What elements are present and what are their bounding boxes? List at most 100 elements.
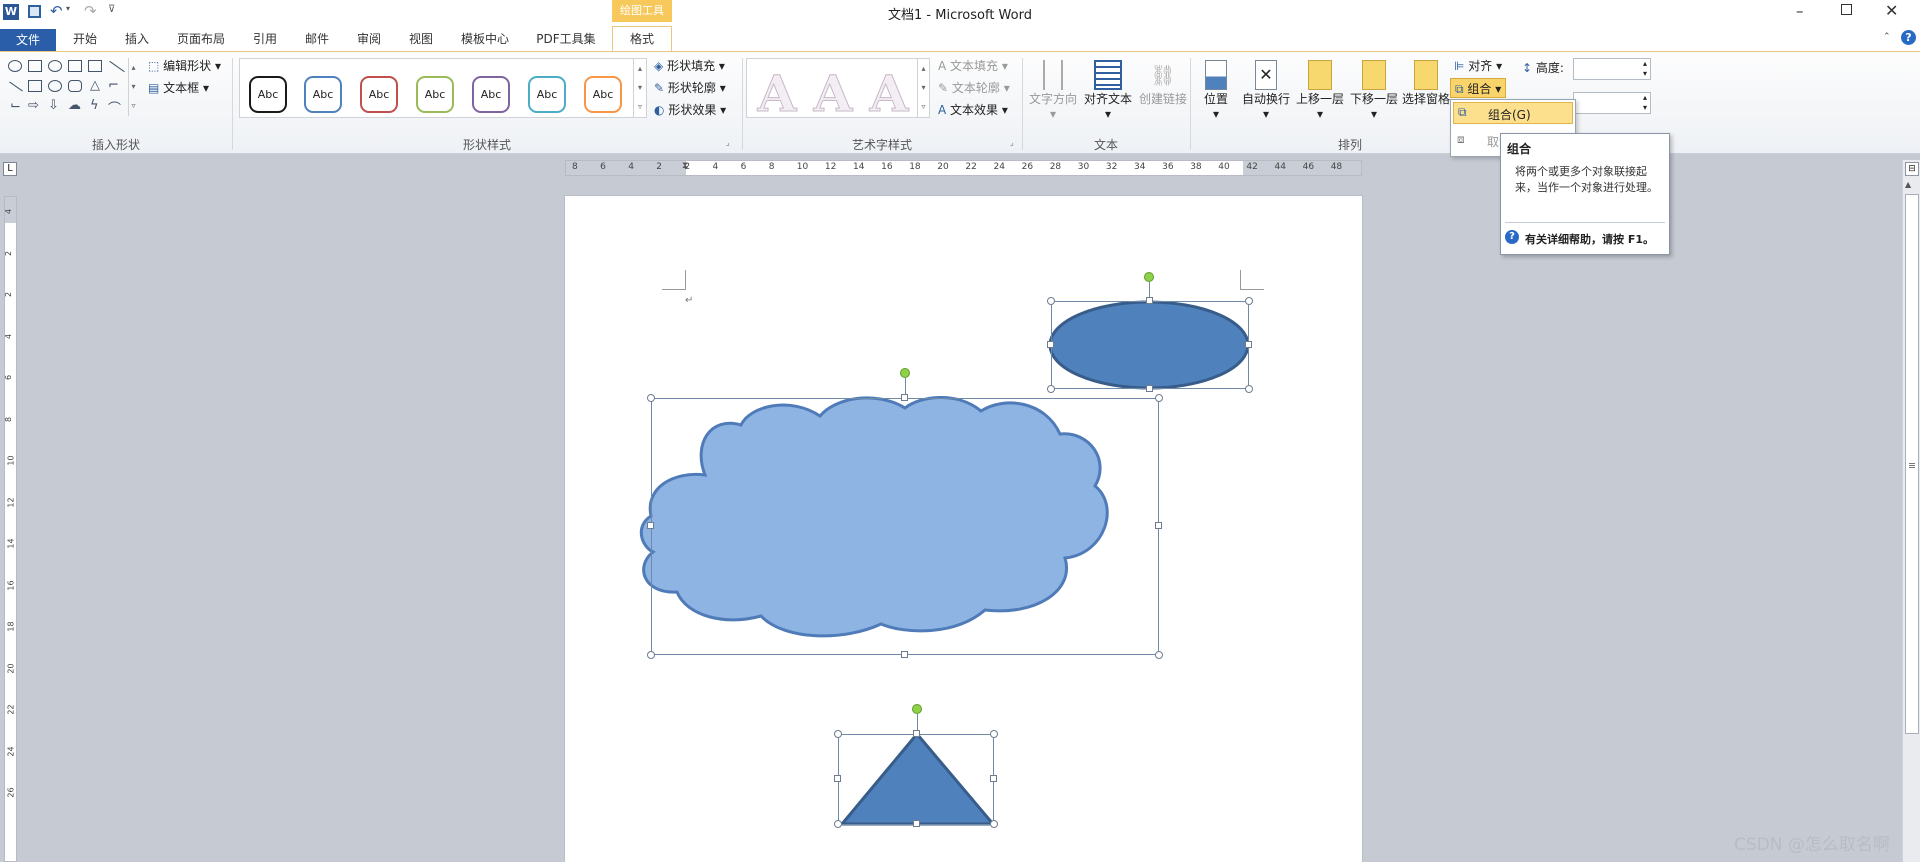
shape-style-swatch-5[interactable]: Abc [472,76,510,113]
shape-style-gallery[interactable]: Abc Abc Abc Abc Abc Abc Abc ▴ ▾ ▿ [239,58,647,118]
shape-style-swatch-1[interactable]: Abc [249,76,287,113]
lightning-icon[interactable]: ϟ [90,98,99,113]
oval-icon[interactable] [48,80,62,92]
align-text-button[interactable]: 对齐文本 ▾ [1080,56,1136,134]
oval-callout-icon[interactable] [8,60,22,72]
resize-handle[interactable] [1047,385,1055,393]
wordart-scroll[interactable]: ▴ ▾ ▿ [917,59,929,117]
resize-handle[interactable] [647,651,655,659]
rotation-handle[interactable] [900,368,910,378]
resize-handle[interactable] [913,730,920,737]
resize-handle[interactable] [834,820,842,828]
text-outline-button[interactable]: ✎ 文本轮廓 ▾ [938,78,1010,98]
textbox-icon[interactable] [88,60,102,72]
resize-handle[interactable] [1146,385,1153,392]
text-box-shape-icon[interactable] [28,60,42,72]
shape-style-swatch-4[interactable]: Abc [416,76,454,113]
view-ruler-icon[interactable]: ⊟ [1905,162,1919,176]
resize-handle[interactable] [1155,522,1162,529]
resize-handle[interactable] [990,775,997,782]
line-icon[interactable] [109,60,125,73]
elbow-connector-icon[interactable]: ⌐ [108,78,119,93]
resize-handle[interactable] [1155,651,1163,659]
shape-style-swatch-3[interactable]: Abc [360,76,398,113]
shape-fill-button[interactable]: ◈ 形状填充 ▾ [654,56,725,76]
position-button[interactable]: 位置 ▾ [1194,56,1238,134]
rotation-handle[interactable] [1144,272,1154,282]
text-fill-button[interactable]: A 文本填充 ▾ [938,56,1008,76]
tab-references[interactable]: 引用 [242,30,288,51]
collapse-ribbon-icon[interactable]: ⌃ [1883,32,1891,42]
picture-frame-icon[interactable] [68,60,82,72]
shape-style-scroll[interactable]: ▴ ▾ ▿ [633,59,646,117]
right-arrow-icon[interactable]: ⇨ [28,98,39,113]
bring-forward-button[interactable]: 上移一层 ▾ [1292,56,1348,134]
shapes-gallery[interactable]: △ ⌐ ⌙ ⇨ ⇩ ☁ ϟ ⌒ ▴ ▾ ▿ [4,58,142,118]
scroll-up-icon[interactable]: ▲ [1905,180,1911,189]
document-page[interactable]: ↵ [565,196,1362,862]
resize-handle[interactable] [1146,297,1153,304]
resize-handle[interactable] [834,775,841,782]
vertical-ruler[interactable]: 4 2 2 4 6 8 10 12 14 16 18 20 22 24 26 [4,196,17,862]
tab-page-layout[interactable]: 页面布局 [168,30,234,51]
scroll-thumb[interactable] [1905,194,1919,734]
group-button[interactable]: ⧉ 组合 ▾ [1450,78,1507,98]
restore-button[interactable] [1841,4,1852,15]
tab-pdf-tools[interactable]: PDF工具集 [528,30,604,51]
tab-file[interactable]: 文件 [0,29,56,51]
menu-item-group[interactable]: ⧉ 组合(G) [1453,102,1573,124]
resize-handle[interactable] [901,651,908,658]
resize-handle[interactable] [1245,385,1253,393]
indent-marker-icon[interactable]: ⧗ [682,161,688,171]
width-input[interactable]: ▴ ▾ [1573,92,1651,114]
text-direction-button[interactable]: 文字方向 ▾ [1025,56,1081,134]
wrap-text-button[interactable]: ✕ 自动换行 ▾ [1238,56,1294,134]
wordart-style-1[interactable]: A [751,68,803,121]
edit-shape-button[interactable]: ⬚ 编辑形状 ▾ [148,56,221,76]
wordart-style-2[interactable]: A [807,68,859,121]
shape-style-swatch-2[interactable]: Abc [304,76,342,113]
resize-handle[interactable] [1047,341,1054,348]
resize-handle[interactable] [1245,341,1252,348]
resize-handle[interactable] [647,394,655,402]
elbow-arrow-icon[interactable]: ⌙ [10,98,21,113]
shapes-scroll[interactable]: ▴ ▾ ▿ [128,58,138,116]
spinner-icon[interactable]: ▴ ▾ [1643,59,1647,79]
dialog-launcher-icon[interactable]: ⌟ [1010,138,1014,147]
tab-format[interactable]: 格式 [612,26,672,52]
wordart-gallery[interactable]: A A A ▴ ▾ ▿ [746,58,930,121]
spinner-icon[interactable]: ▴ ▾ [1643,93,1647,113]
align-button[interactable]: ⊫ 对齐 ▾ [1454,56,1502,76]
tab-template-center[interactable]: 模板中心 [452,30,518,51]
cloud-shape-icon[interactable]: ☁ [68,98,81,113]
rounded-rect-icon[interactable] [68,80,82,92]
shape-style-swatch-7[interactable]: Abc [584,76,622,113]
close-button[interactable]: ✕ [1885,1,1898,20]
wordart-style-3[interactable]: A [863,68,915,121]
tab-insert[interactable]: 插入 [114,30,160,51]
tab-mailings[interactable]: 邮件 [294,30,340,51]
selection-pane-button[interactable]: 选择窗格 [1398,56,1454,134]
resize-handle[interactable] [913,820,920,827]
tab-review[interactable]: 审阅 [346,30,392,51]
help-icon[interactable]: ? [1901,30,1916,45]
tab-home[interactable]: 开始 [62,30,108,51]
vertical-scrollbar[interactable]: ⊟ ▲ [1902,160,1920,862]
down-arrow-icon[interactable]: ⇩ [48,98,59,113]
rectangle-icon[interactable] [28,80,42,92]
resize-handle[interactable] [647,522,654,529]
arrow-line-icon[interactable] [9,81,23,92]
shape-style-swatch-6[interactable]: Abc [528,76,566,113]
tab-selector-icon[interactable]: L [3,162,17,176]
horizontal-ruler[interactable]: 8 6 4 2 2 4 6 8 10 12 14 16 18 20 22 24 26 28 30 32 34 36 38 40… [565,160,1362,176]
resize-handle[interactable] [990,730,998,738]
minimize-button[interactable]: – [1796,2,1804,20]
circle-text-icon[interactable] [48,60,62,72]
shape-effects-button[interactable]: ◐ 形状效果 ▾ [654,100,726,120]
resize-handle[interactable] [1047,297,1055,305]
resize-handle[interactable] [901,394,908,401]
text-box-button[interactable]: ▤ 文本框 ▾ [148,78,209,98]
resize-handle[interactable] [834,730,842,738]
rotation-handle[interactable] [912,704,922,714]
height-input[interactable]: ▴ ▾ [1573,58,1651,80]
